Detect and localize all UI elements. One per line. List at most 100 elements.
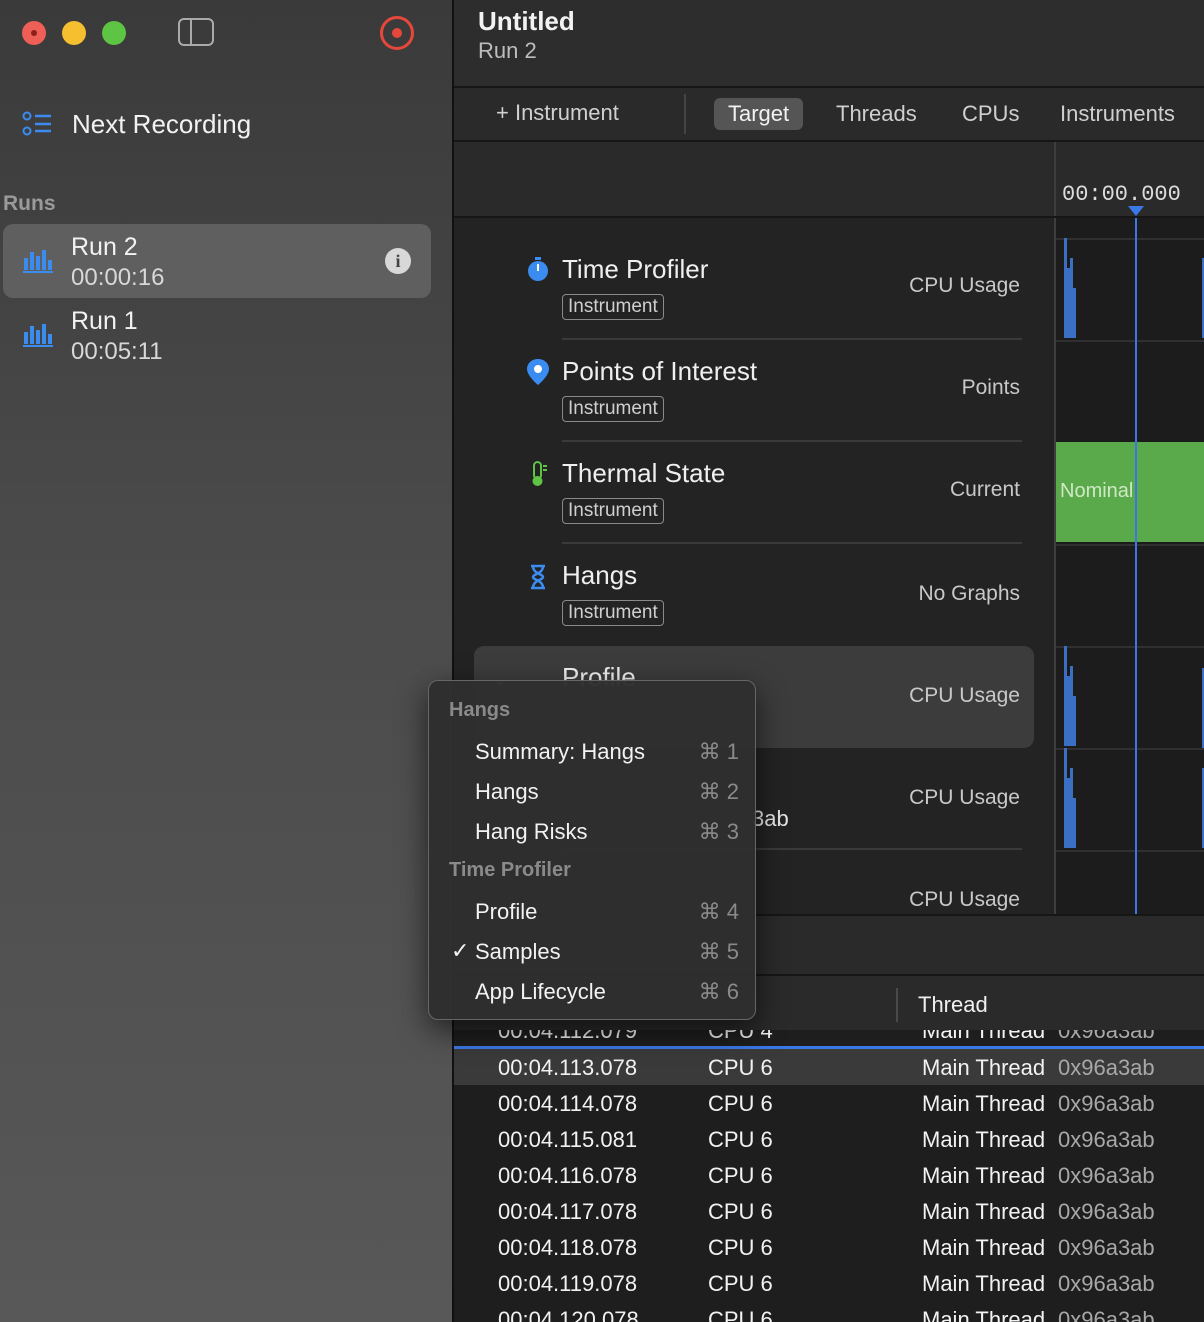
document-subtitle: Run 2 (478, 38, 537, 63)
cell-thread-address: 0x96a3ab (1058, 1091, 1155, 1116)
cell-time: 00:04.118.078 (498, 1235, 638, 1260)
run-title: Run 1 (71, 307, 138, 335)
menu-item-app-lifecycle[interactable]: App Lifecycle ⌘ 6 (429, 971, 755, 1009)
track-name: Points of Interest (562, 356, 758, 386)
document-titlebar: Untitled Run 2 (454, 0, 1204, 88)
run-item-2[interactable]: Run 2 00:00:16 i (3, 224, 431, 298)
sidebar-toggle-icon[interactable] (178, 18, 214, 46)
menu-section-time-profiler: Time Profiler (449, 859, 571, 881)
cell-cpu: CPU 4 (708, 1030, 773, 1043)
track-graph-type: No Graphs (918, 582, 1020, 605)
menu-item-label: Profile (475, 899, 538, 924)
cell-time: 00:04.119.078 (498, 1271, 638, 1296)
playhead-line[interactable] (1135, 218, 1137, 914)
info-icon[interactable]: i (385, 248, 411, 274)
minimize-window-button[interactable] (62, 21, 86, 45)
cell-time: 00:04.114.078 (498, 1091, 638, 1116)
tab-threads[interactable]: Threads (822, 98, 931, 130)
menu-item-shortcut: ⌘ 1 (698, 739, 739, 764)
run-title: Run 2 (71, 233, 138, 261)
track-name: Thermal State (562, 458, 726, 488)
table-row[interactable]: 00:04.119.078 CPU 6 Main Thread 0x96a3ab (454, 1265, 1204, 1301)
menu-item-shortcut: ⌘ 5 (698, 939, 739, 964)
cell-cpu: CPU 6 (708, 1055, 773, 1080)
menu-item-samples[interactable]: ✓ Samples ⌘ 5 (429, 931, 755, 969)
tab-target[interactable]: Target (714, 98, 804, 130)
menu-item-shortcut: ⌘ 2 (698, 779, 739, 804)
menu-item-shortcut: ⌘ 4 (698, 899, 739, 924)
track-thermal-state[interactable]: Thermal State Instrument Current (454, 442, 1204, 544)
menu-item-summary-hangs[interactable]: Summary: Hangs ⌘ 1 (429, 731, 755, 769)
cell-cpu: CPU 6 (708, 1235, 773, 1260)
track-partial-text: 3ab (752, 806, 789, 831)
pin-icon (527, 359, 549, 385)
cell-time: 00:04.116.078 (498, 1163, 638, 1188)
menu-item-hangs[interactable]: Hangs ⌘ 2 (429, 771, 755, 809)
menu-item-label: App Lifecycle (475, 979, 606, 1004)
table-row[interactable]: 00:04.118.078 CPU 6 Main Thread 0x96a3ab (454, 1229, 1204, 1265)
toolbar-separator (684, 94, 686, 134)
cell-cpu: CPU 6 (708, 1271, 773, 1296)
close-window-button[interactable] (22, 21, 46, 45)
track-name: Time Profiler (562, 254, 709, 284)
column-header-thread[interactable]: Thread (918, 992, 988, 1018)
checkmark-icon: ✓ (451, 938, 470, 963)
zoom-window-button[interactable] (102, 21, 126, 45)
cell-cpu: CPU 6 (708, 1163, 773, 1188)
cell-thread: Main Thread (922, 1271, 1046, 1296)
cell-thread-address: 0x96a3ab (1058, 1199, 1155, 1224)
cell-cpu: CPU 6 (708, 1199, 773, 1224)
run-duration: 00:00:16 (71, 264, 165, 291)
menu-item-profile[interactable]: Profile ⌘ 4 (429, 891, 755, 929)
detail-view-menu: Hangs Summary: Hangs ⌘ 1 Hangs ⌘ 2 Hang … (428, 680, 756, 1020)
cell-thread: Main Thread (922, 1030, 1046, 1043)
chart-bar-icon (23, 250, 53, 273)
cell-thread-address: 0x96a3ab (1058, 1271, 1155, 1296)
ruler-time-label: 00:00.000 (1062, 182, 1181, 207)
menu-item-label: Samples (475, 939, 561, 964)
track-graph-type: CPU Usage (909, 786, 1020, 809)
track-name: Hangs (562, 560, 638, 590)
table-row[interactable]: 00:04.114.078 CPU 6 Main Thread 0x96a3ab (454, 1085, 1204, 1121)
tab-instruments[interactable]: Instruments (1046, 98, 1189, 130)
table-row[interactable]: 00:04.113.078 CPU 6 Main Thread 0x96a3ab (454, 1049, 1204, 1085)
track-graph-type: CPU Usage (909, 274, 1020, 297)
column-separator[interactable] (896, 988, 898, 1022)
cell-time: 00:04.117.078 (498, 1199, 638, 1224)
table-row[interactable]: 00:04.115.081 CPU 6 Main Thread 0x96a3ab (454, 1121, 1204, 1157)
hourglass-icon (531, 564, 545, 590)
menu-item-label: Hang Risks (475, 819, 588, 844)
cell-time: 00:04.115.081 (498, 1127, 638, 1152)
table-row[interactable]: 00:04.117.078 CPU 6 Main Thread 0x96a3ab (454, 1193, 1204, 1229)
playhead-marker-icon[interactable] (1128, 206, 1144, 216)
ruler-divider[interactable] (1054, 142, 1056, 216)
cell-time: 00:04.112.079 (498, 1030, 638, 1043)
chart-bar-icon (23, 324, 53, 347)
track-graph-type: Points (961, 376, 1020, 399)
track-time-profiler[interactable]: Time Profiler Instrument CPU Usage (454, 238, 1204, 340)
cell-thread: Main Thread (922, 1127, 1046, 1152)
menu-item-label: Hangs (475, 779, 539, 804)
next-recording-label: Next Recording (72, 108, 252, 139)
record-icon[interactable] (380, 16, 414, 50)
tab-cpus[interactable]: CPUs (948, 98, 1033, 130)
add-instrument-button[interactable]: + Instrument (496, 100, 619, 126)
document-title: Untitled (478, 6, 575, 36)
track-badge: Instrument (562, 294, 664, 320)
track-graph-type: CPU Usage (909, 684, 1020, 707)
sidebar: Next Recording Runs Run 2 00:00:16 i Run… (0, 0, 454, 1322)
next-recording-item[interactable]: Next Recording (22, 108, 251, 140)
cell-thread: Main Thread (922, 1091, 1046, 1116)
samples-table: 00:04.112.079 CPU 4 Main Thread 0x96a3ab… (454, 1030, 1204, 1322)
table-row[interactable]: 00:04.120.078 CPU 6 Main Thread 0x96a3ab (454, 1301, 1204, 1322)
menu-item-hang-risks[interactable]: Hang Risks ⌘ 3 (429, 811, 755, 849)
track-badge: Instrument (562, 498, 664, 524)
table-row[interactable]: 00:04.116.078 CPU 6 Main Thread 0x96a3ab (454, 1157, 1204, 1193)
run-item-1[interactable]: Run 1 00:05:11 (3, 298, 431, 372)
stopwatch-icon (528, 257, 548, 281)
track-hangs[interactable]: Hangs Instrument No Graphs (454, 544, 1204, 646)
run-duration: 00:05:11 (71, 338, 163, 365)
menu-item-shortcut: ⌘ 6 (698, 979, 739, 1004)
track-badge: Instrument (562, 396, 664, 422)
track-points-of-interest[interactable]: Points of Interest Instrument Points (454, 340, 1204, 442)
